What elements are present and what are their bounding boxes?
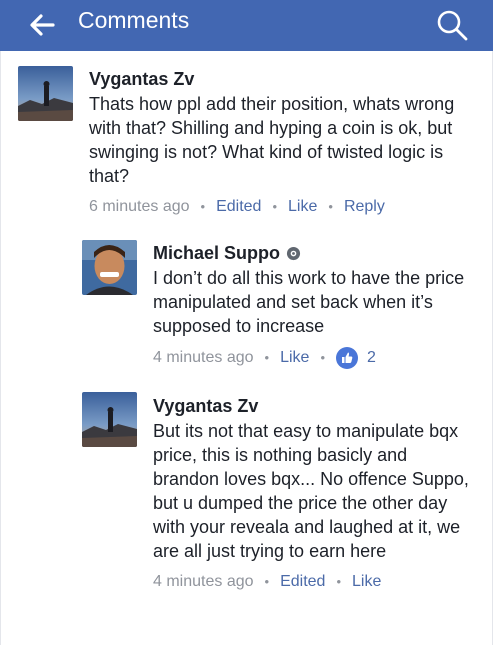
separator-dot: • — [264, 574, 270, 589]
edited-link[interactable]: Edited — [280, 572, 325, 592]
separator-dot: • — [328, 199, 333, 214]
avatar-photo — [82, 392, 137, 447]
edited-link[interactable]: Edited — [216, 197, 261, 217]
comment-text: I don’t do all this work to have the pri… — [153, 268, 465, 336]
like-button[interactable]: Like — [352, 572, 381, 592]
thumbs-up-icon — [336, 347, 358, 369]
comment-author[interactable]: Vygantas Zv — [153, 395, 473, 417]
comment-time: 6 minutes ago — [89, 198, 190, 215]
like-button[interactable]: Like — [288, 197, 317, 217]
comment-text: Thats how ppl add their position, whats … — [89, 94, 455, 186]
author-name[interactable]: Vygantas Zv — [89, 68, 194, 90]
comment-meta: 6 minutes ago • Edited • Like • Reply — [89, 197, 469, 217]
like-button[interactable]: Like — [280, 348, 309, 368]
search-icon — [437, 10, 468, 41]
page-title: Comments — [78, 7, 190, 33]
gear-badge-icon — [286, 246, 301, 260]
reply-button[interactable]: Reply — [344, 197, 385, 217]
author-name[interactable]: Michael Suppo — [153, 242, 280, 264]
comment-author[interactable]: Vygantas Zv — [89, 68, 469, 90]
comment-meta: 4 minutes ago • Like • 2 — [153, 347, 473, 369]
avatar-photo — [18, 66, 73, 121]
separator-dot: • — [272, 199, 278, 214]
avatar[interactable] — [82, 240, 137, 295]
search-button[interactable] — [431, 4, 473, 46]
avatar[interactable] — [18, 66, 73, 121]
comment-text: But its not that easy to manipulate bqx … — [153, 421, 469, 561]
comment-author[interactable]: Michael Suppo — [153, 242, 473, 264]
top-bar: Comments — [0, 0, 493, 51]
separator-dot: • — [320, 350, 325, 365]
left-edge-line — [0, 51, 1, 645]
arrow-left-icon — [30, 14, 55, 36]
avatar-photo — [82, 240, 137, 295]
like-count: 2 — [367, 349, 376, 366]
comment-meta: 4 minutes ago • Edited • Like — [153, 572, 473, 592]
comment-time: 4 minutes ago — [153, 349, 254, 366]
separator-dot: • — [336, 574, 342, 589]
author-name[interactable]: Vygantas Zv — [153, 395, 258, 417]
back-button[interactable] — [22, 6, 62, 44]
avatar[interactable] — [82, 392, 137, 447]
separator-dot: • — [200, 199, 206, 214]
separator-dot: • — [264, 350, 270, 365]
comment-time: 4 minutes ago — [153, 573, 254, 590]
reaction-count[interactable]: 2 — [336, 347, 376, 369]
